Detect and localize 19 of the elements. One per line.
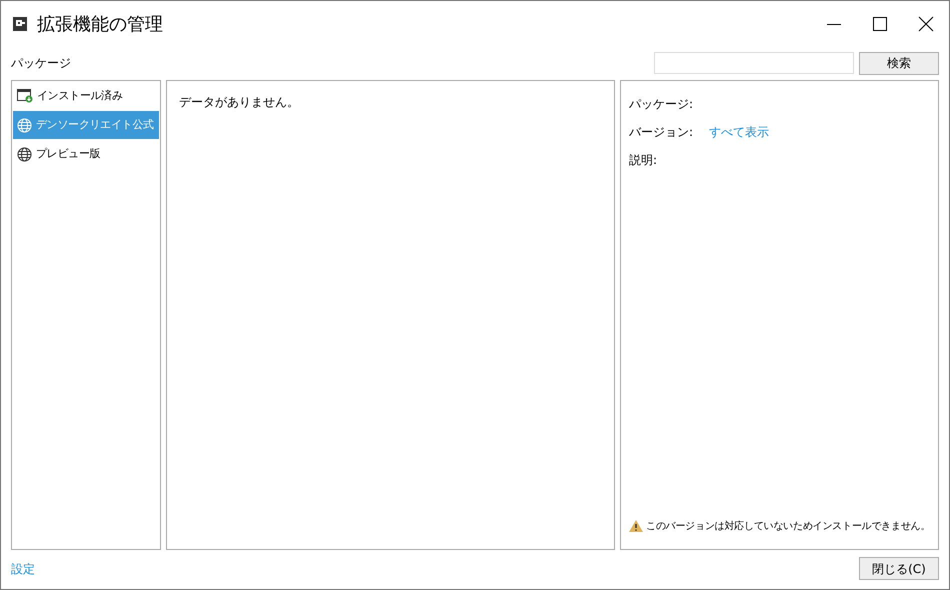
warning-icon: [629, 520, 643, 532]
close-icon: [918, 16, 934, 32]
search-button[interactable]: 検索: [859, 52, 939, 74]
window-title: 拡張機能の管理: [37, 12, 163, 36]
package-label: パッケージ:: [629, 96, 694, 113]
empty-message: データがありません。: [179, 95, 299, 109]
description-label: 説明:: [629, 152, 658, 169]
version-label: バージョン:: [629, 124, 694, 141]
globe-icon: [17, 118, 32, 132]
window-download-icon: [17, 89, 33, 103]
search-field[interactable]: [654, 52, 854, 74]
sidebar-item[interactable]: インストール済み: [13, 82, 159, 110]
maximize-icon: [872, 16, 888, 32]
close-dialog-button[interactable]: 閉じる(C): [859, 557, 939, 580]
app-icon: [13, 17, 27, 31]
warning-message: このバージョンは対応していないためインストールできません。: [646, 520, 930, 534]
sidebar-item[interactable]: プレビュー版: [13, 140, 159, 168]
section-label: パッケージ: [11, 55, 71, 72]
globe-icon: [17, 146, 32, 162]
